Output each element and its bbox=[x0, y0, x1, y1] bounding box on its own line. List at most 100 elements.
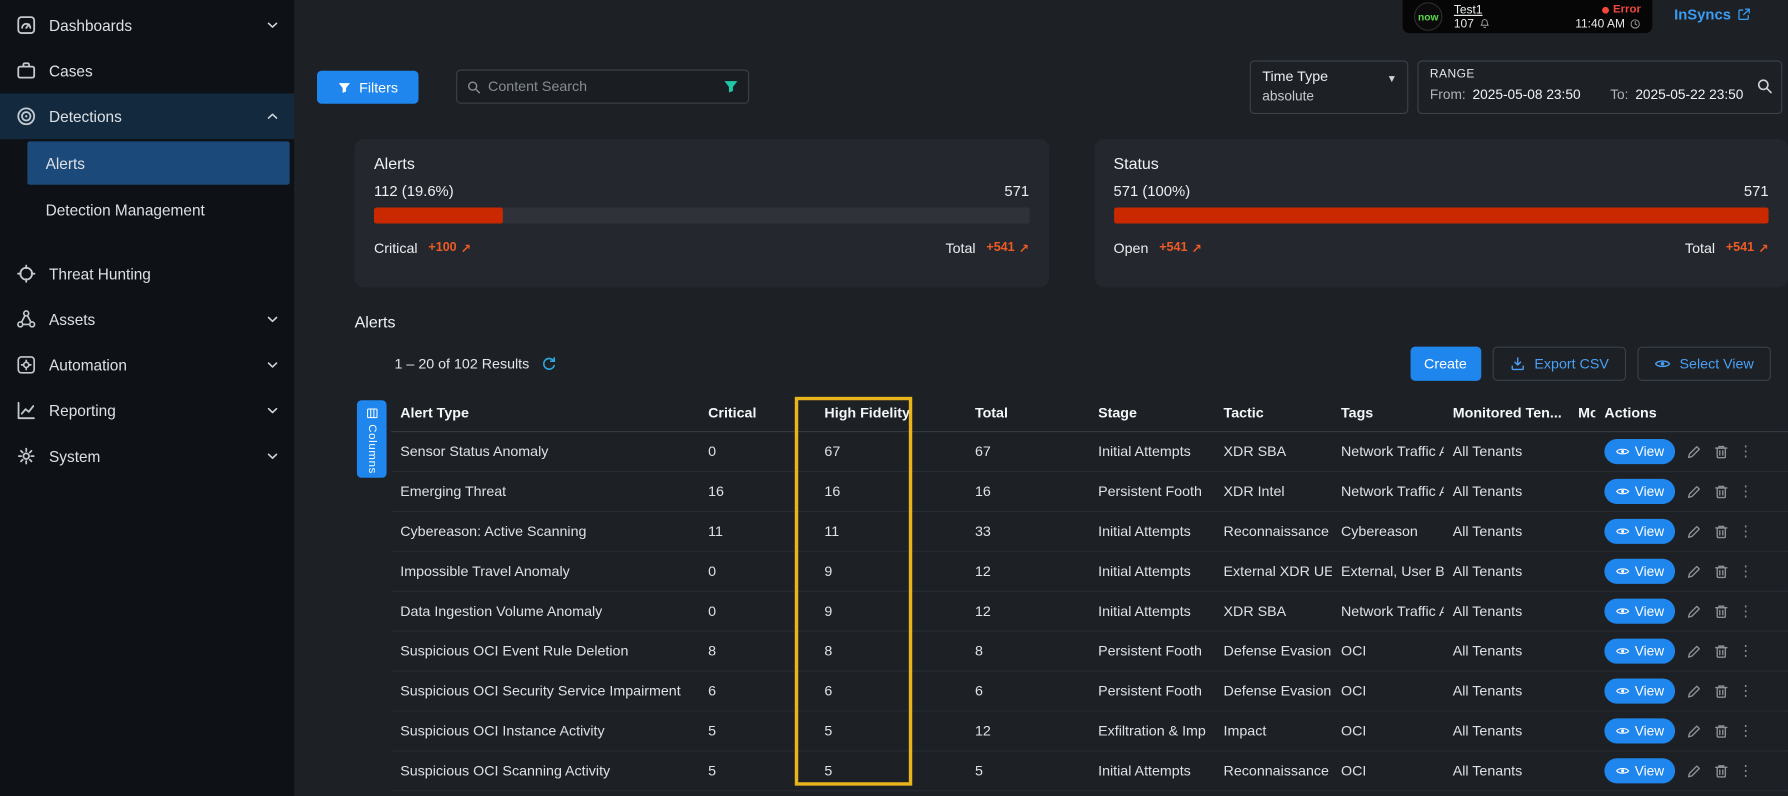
table-row[interactable]: Cybereason: Active Scanning 11 11 33 Ini… bbox=[391, 512, 1788, 552]
delete-icon[interactable] bbox=[1713, 603, 1730, 620]
table-row[interactable]: Suspicious OCI Event Rule Deletion 8 8 8… bbox=[391, 632, 1788, 672]
sidebar-item-detections[interactable]: Detections bbox=[0, 94, 294, 140]
view-button[interactable]: View bbox=[1604, 519, 1675, 544]
edit-icon[interactable] bbox=[1685, 762, 1702, 779]
sidebar-item-threat-hunting[interactable]: Threat Hunting bbox=[0, 251, 294, 297]
delete-icon[interactable] bbox=[1713, 722, 1730, 739]
edit-icon[interactable] bbox=[1685, 603, 1702, 620]
sidebar-item-assets[interactable]: Assets bbox=[0, 296, 294, 342]
sidebar-item-detection-management[interactable]: Detection Management bbox=[0, 187, 294, 233]
cell-tags: Cybereason bbox=[1332, 523, 1444, 539]
more-icon[interactable]: ⋮ bbox=[1740, 722, 1751, 739]
view-button[interactable]: View bbox=[1604, 599, 1675, 624]
sidebar-item-cases[interactable]: Cases bbox=[0, 48, 294, 94]
edit-icon[interactable] bbox=[1685, 643, 1702, 660]
more-icon[interactable]: ⋮ bbox=[1740, 643, 1751, 660]
delete-icon[interactable] bbox=[1713, 563, 1730, 580]
edit-icon[interactable] bbox=[1685, 483, 1702, 500]
sidebar-item-alerts[interactable]: Alerts bbox=[27, 141, 289, 184]
cell-actions: View ⋮ bbox=[1595, 758, 1788, 783]
filters-button[interactable]: Filters bbox=[317, 71, 418, 104]
columns-button[interactable]: Columns bbox=[357, 400, 387, 478]
export-csv-button[interactable]: Export CSV bbox=[1492, 347, 1626, 381]
cell-tags: OCI bbox=[1332, 723, 1444, 739]
sidebar-item-automation[interactable]: Automation bbox=[0, 342, 294, 388]
sidebar-divider bbox=[0, 233, 294, 251]
cell-total: 5 bbox=[966, 763, 1089, 779]
col-critical[interactable]: Critical bbox=[699, 405, 815, 421]
cell-tactic: XDR Intel bbox=[1214, 483, 1331, 499]
time-type-select[interactable]: Time Type absolute ▼ bbox=[1250, 60, 1409, 114]
more-icon[interactable]: ⋮ bbox=[1740, 443, 1751, 460]
more-icon[interactable]: ⋮ bbox=[1740, 682, 1751, 699]
cell-stage: Persistent Footh bbox=[1089, 643, 1214, 659]
table-row[interactable]: Data Ingestion Volume Anomaly 0 9 12 Ini… bbox=[391, 592, 1788, 632]
insyncs-link[interactable]: InSyncs bbox=[1674, 6, 1751, 23]
sidebar-item-system[interactable]: System bbox=[0, 433, 294, 479]
view-button[interactable]: View bbox=[1604, 639, 1675, 664]
col-alert-type[interactable]: Alert Type bbox=[391, 405, 699, 421]
cell-monitored-tenants: All Tenants bbox=[1444, 603, 1569, 619]
content-search[interactable] bbox=[456, 70, 749, 104]
time-range-picker[interactable]: RANGE From: 2025-05-08 23:50 To: 2025-05… bbox=[1417, 60, 1782, 114]
more-icon[interactable]: ⋮ bbox=[1740, 523, 1751, 540]
create-button[interactable]: Create bbox=[1410, 347, 1481, 381]
col-high-fidelity[interactable]: High Fidelity bbox=[815, 405, 966, 421]
more-icon[interactable]: ⋮ bbox=[1740, 762, 1751, 779]
view-label: View bbox=[1635, 563, 1664, 579]
edit-icon[interactable] bbox=[1685, 523, 1702, 540]
refresh-icon[interactable] bbox=[541, 355, 558, 372]
view-button[interactable]: View bbox=[1604, 678, 1675, 703]
range-search-icon[interactable] bbox=[1756, 78, 1773, 95]
view-button[interactable]: View bbox=[1604, 758, 1675, 783]
view-button[interactable]: View bbox=[1604, 479, 1675, 504]
col-monitored-tenants[interactable]: Monitored Ten... bbox=[1444, 405, 1569, 421]
edit-icon[interactable] bbox=[1685, 682, 1702, 699]
delete-icon[interactable] bbox=[1713, 643, 1730, 660]
cell-stage: Initial Attempts bbox=[1089, 763, 1214, 779]
chevron-up-icon bbox=[265, 108, 281, 124]
search-filter-icon[interactable] bbox=[723, 79, 739, 95]
reporting-icon bbox=[16, 400, 37, 421]
table-row[interactable]: Suspicious OCI Instance Activity 5 5 12 … bbox=[391, 712, 1788, 752]
cell-monitored-tenants: All Tenants bbox=[1444, 683, 1569, 699]
select-view-button[interactable]: Select View bbox=[1637, 347, 1771, 381]
delete-icon[interactable] bbox=[1713, 443, 1730, 460]
search-input[interactable] bbox=[488, 79, 716, 95]
delete-icon[interactable] bbox=[1713, 682, 1730, 699]
table-row[interactable]: Suspicious OCI Scanning Activity 5 5 5 I… bbox=[391, 751, 1788, 791]
edit-icon[interactable] bbox=[1685, 722, 1702, 739]
table-row[interactable]: Impossible Travel Anomaly 0 9 12 Initial… bbox=[391, 552, 1788, 592]
table-row[interactable]: Suspicious OCI Security Service Impairme… bbox=[391, 672, 1788, 712]
col-stage[interactable]: Stage bbox=[1089, 405, 1214, 421]
delete-icon[interactable] bbox=[1713, 523, 1730, 540]
table-row[interactable]: Sensor Status Anomaly 0 67 67 Initial At… bbox=[391, 432, 1788, 472]
sidebar-item-dashboards[interactable]: Dashboards bbox=[0, 2, 294, 48]
cell-critical: 0 bbox=[699, 603, 815, 619]
filter-toolbar: Filters Time Type absolute ▼ RANGE From:… bbox=[294, 60, 1788, 114]
eye-icon bbox=[1615, 684, 1629, 698]
more-icon[interactable]: ⋮ bbox=[1740, 483, 1751, 500]
edit-icon[interactable] bbox=[1685, 443, 1702, 460]
bell-icon[interactable] bbox=[1478, 18, 1489, 29]
more-icon[interactable]: ⋮ bbox=[1740, 563, 1751, 580]
delete-icon[interactable] bbox=[1713, 762, 1730, 779]
account-name[interactable]: Test1 bbox=[1454, 3, 1490, 17]
cell-critical: 5 bbox=[699, 723, 815, 739]
range-from-value: 2025-05-08 23:50 bbox=[1473, 87, 1581, 103]
delete-icon[interactable] bbox=[1713, 483, 1730, 500]
view-button[interactable]: View bbox=[1604, 439, 1675, 464]
edit-icon[interactable] bbox=[1685, 563, 1702, 580]
sidebar-item-reporting[interactable]: Reporting bbox=[0, 388, 294, 434]
cell-alert-type: Suspicious OCI Event Rule Deletion bbox=[391, 643, 699, 659]
view-button[interactable]: View bbox=[1604, 559, 1675, 584]
caret-down-icon: ▼ bbox=[1387, 73, 1397, 84]
more-icon[interactable]: ⋮ bbox=[1740, 603, 1751, 620]
account-widget[interactable]: now Test1 107 Error 11:40 AM bbox=[1403, 0, 1653, 33]
col-total[interactable]: Total bbox=[966, 405, 1089, 421]
view-button[interactable]: View bbox=[1604, 718, 1675, 743]
col-tactic[interactable]: Tactic bbox=[1214, 405, 1331, 421]
table-row[interactable]: Emerging Threat 16 16 16 Persistent Foot… bbox=[391, 472, 1788, 512]
col-tags[interactable]: Tags bbox=[1332, 405, 1444, 421]
col-mo[interactable]: Mo bbox=[1569, 405, 1595, 421]
